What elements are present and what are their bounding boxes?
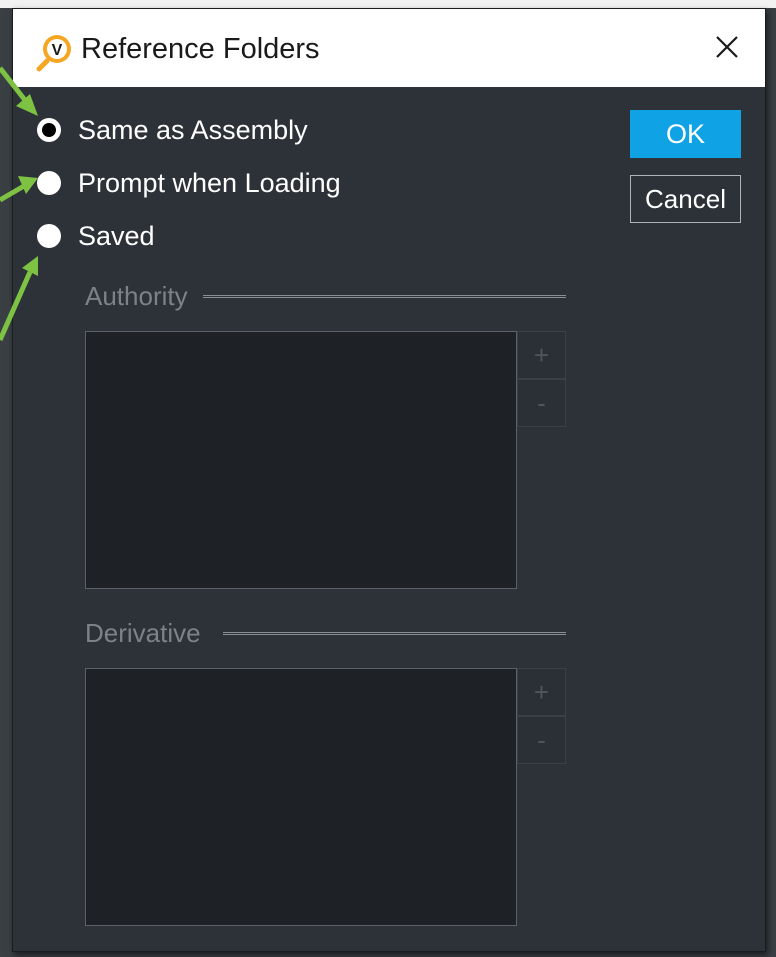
radio-button-icon[interactable] (37, 171, 61, 195)
radio-label: Saved (78, 220, 155, 251)
radio-label: Prompt when Loading (78, 167, 341, 198)
ok-button[interactable]: OK (630, 110, 741, 158)
radio-button-selected-icon[interactable] (37, 118, 61, 142)
authority-group-label: Authority (85, 281, 198, 312)
derivative-add-button[interactable]: + (517, 668, 566, 716)
derivative-group-label: Derivative (85, 618, 211, 649)
close-icon[interactable] (707, 27, 747, 67)
radio-prompt-when-loading[interactable]: Prompt when Loading (37, 163, 341, 203)
radio-saved[interactable]: Saved (37, 216, 155, 256)
derivative-list[interactable] (85, 668, 517, 926)
radio-same-as-assembly[interactable]: Same as Assembly (37, 110, 308, 150)
dialog-title: Reference Folders (81, 33, 320, 65)
app-logo-icon: V (36, 35, 71, 72)
group-divider (223, 632, 566, 635)
svg-text:V: V (52, 42, 63, 59)
reference-folders-dialog: V Reference Folders Same as Assembly Pro… (12, 8, 766, 952)
group-divider (203, 295, 566, 298)
cancel-button[interactable]: Cancel (630, 175, 741, 223)
authority-remove-button[interactable]: - (517, 379, 566, 427)
radio-button-icon[interactable] (37, 224, 61, 248)
authority-add-button[interactable]: + (517, 331, 566, 379)
derivative-remove-button[interactable]: - (517, 716, 566, 764)
title-bar: V Reference Folders (13, 9, 765, 87)
authority-list[interactable] (85, 331, 517, 589)
radio-label: Same as Assembly (78, 114, 308, 145)
